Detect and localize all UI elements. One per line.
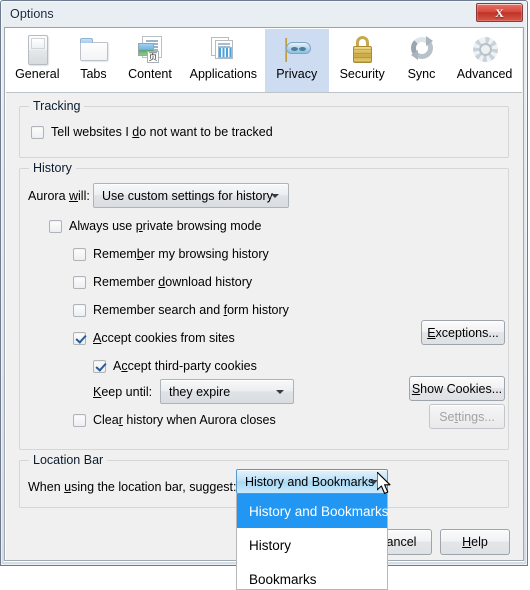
checkbox-do-not-track[interactable]: Tell websites I do not want to be tracke… — [31, 125, 273, 139]
checkbox-clear-history-on-close-box[interactable] — [73, 413, 86, 427]
checkbox-remember-forms-label: Remember search and form history — [93, 303, 289, 317]
exceptions-button-label: Exceptions... — [427, 325, 499, 340]
dropdown-option-label: Bookmarks — [249, 571, 317, 587]
tab-sync-label: Sync — [407, 67, 436, 81]
chevron-down-icon — [271, 193, 279, 198]
dropdown-option-bookmarks[interactable]: Bookmarks — [237, 562, 387, 590]
help-button-label: Help — [462, 535, 488, 549]
location-bar-suggest-value: History and Bookmarks — [245, 474, 375, 489]
close-button[interactable]: X — [476, 3, 523, 22]
keep-until-combobox[interactable]: they expire — [160, 379, 294, 404]
aurora-will-label: Aurora will: — [28, 189, 90, 203]
checkbox-do-not-track-box[interactable] — [31, 125, 44, 139]
tab-general-label: General — [15, 67, 60, 81]
checkbox-clear-history-on-close-label: Clear history when Aurora closes — [93, 413, 276, 427]
tab-applications-label: Applications — [189, 67, 258, 81]
settings-button-label: Settings... — [439, 409, 495, 424]
tab-applications[interactable]: Applications — [182, 29, 265, 92]
history-legend: History — [29, 161, 76, 175]
chevron-down-icon — [276, 389, 284, 394]
tab-privacy-label: Privacy — [276, 67, 318, 81]
tab-content-label: Content — [128, 67, 172, 81]
tab-tabs-label: Tabs — [80, 67, 107, 81]
privacy-mask-icon — [281, 34, 313, 66]
exceptions-button[interactable]: Exceptions... — [421, 320, 505, 345]
content-icon: 页 — [134, 34, 166, 66]
tab-tabs[interactable]: Tabs — [69, 29, 119, 92]
checkbox-remember-browsing[interactable]: Remember my browsing history — [73, 247, 269, 261]
checkbox-third-party-cookies[interactable]: Accept third-party cookies — [93, 359, 257, 373]
tab-content[interactable]: 页 Content — [118, 29, 182, 92]
show-cookies-button-label: Show Cookies... — [411, 381, 503, 396]
close-icon: X — [495, 5, 504, 20]
checkbox-accept-cookies-box[interactable] — [73, 331, 86, 345]
keep-until-value: they expire — [169, 384, 231, 399]
checkbox-remember-downloads-box[interactable] — [73, 275, 86, 289]
sync-arrows-icon — [406, 34, 438, 66]
chevron-down-icon — [370, 479, 378, 484]
dropdown-option-history-and-bookmarks[interactable]: History and Bookmarks — [237, 494, 389, 528]
applications-icon — [207, 34, 239, 66]
general-icon — [21, 34, 53, 66]
checkbox-third-party-cookies-box[interactable] — [93, 359, 106, 373]
tab-security-label: Security — [339, 67, 385, 81]
dropdown-option-history[interactable]: History — [237, 528, 387, 562]
checkbox-remember-browsing-label: Remember my browsing history — [93, 247, 269, 261]
window-title: Options — [10, 7, 54, 21]
location-bar-suggest-label: When using the location bar, suggest: — [28, 480, 237, 494]
checkbox-third-party-cookies-label: Accept third-party cookies — [113, 359, 257, 373]
padlock-icon — [346, 34, 378, 66]
gear-icon — [469, 34, 501, 66]
location-bar-suggest-dropdown[interactable]: History and Bookmarks History Bookmarks … — [236, 494, 389, 590]
checkbox-remember-browsing-box[interactable] — [73, 247, 86, 261]
tab-strip: General Tabs 页 Content Applications Priv… — [6, 29, 522, 93]
keep-until-label: Keep until: — [93, 385, 153, 399]
checkbox-clear-history-on-close[interactable]: Clear history when Aurora closes — [73, 413, 276, 427]
history-mode-value: Use custom settings for history — [102, 188, 273, 203]
tab-advanced[interactable]: Advanced — [447, 29, 522, 92]
checkbox-always-private-label: Always use private browsing mode — [69, 219, 262, 233]
tabs-icon — [77, 34, 109, 66]
checkbox-always-private-box[interactable] — [49, 219, 62, 233]
location-bar-suggest-combobox[interactable]: History and Bookmarks — [236, 469, 388, 494]
tab-security[interactable]: Security — [329, 29, 396, 92]
dropdown-option-label: History and Bookmarks — [249, 503, 389, 519]
checkbox-remember-downloads[interactable]: Remember download history — [73, 275, 252, 289]
screen: Options X General Tabs 页 Content Applica… — [0, 0, 530, 590]
checkbox-always-private[interactable]: Always use private browsing mode — [49, 219, 261, 233]
checkbox-remember-forms[interactable]: Remember search and form history — [73, 303, 289, 317]
title-bar: Options X — [1, 1, 527, 27]
tracking-legend: Tracking — [29, 99, 85, 113]
tab-advanced-label: Advanced — [456, 67, 513, 81]
help-button[interactable]: Help — [440, 529, 510, 555]
checkbox-accept-cookies[interactable]: Accept cookies from sites — [73, 331, 235, 345]
settings-button: Settings... — [429, 404, 505, 429]
checkbox-remember-forms-box[interactable] — [73, 303, 86, 317]
checkbox-do-not-track-label: Tell websites I do not want to be tracke… — [51, 125, 273, 139]
history-mode-combobox[interactable]: Use custom settings for history — [93, 183, 289, 208]
location-bar-legend: Location Bar — [29, 453, 108, 467]
tab-general[interactable]: General — [6, 29, 69, 92]
checkbox-remember-downloads-label: Remember download history — [93, 275, 253, 289]
tab-privacy[interactable]: Privacy — [264, 29, 329, 92]
tab-sync[interactable]: Sync — [396, 29, 447, 92]
dropdown-option-label: History — [249, 537, 292, 553]
checkbox-accept-cookies-label: Accept cookies from sites — [93, 331, 235, 345]
show-cookies-button[interactable]: Show Cookies... — [409, 376, 505, 401]
